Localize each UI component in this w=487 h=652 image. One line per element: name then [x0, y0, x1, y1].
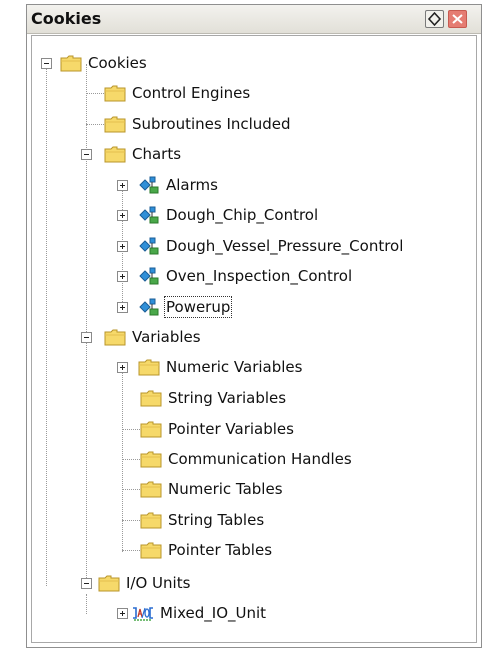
tree-node-label: String Variables: [168, 389, 287, 407]
tree-node-string-variables[interactable]: String Variables: [140, 387, 286, 409]
tree-node-label: Pointer Variables: [168, 420, 294, 438]
tree-node-pointer-variables[interactable]: Pointer Variables: [140, 418, 294, 440]
folder-icon: [104, 146, 126, 163]
tree-node-label: Dough_Chip_Control: [166, 206, 319, 224]
folder-icon: [140, 421, 162, 438]
tree-node-label: Variables: [132, 328, 201, 346]
tree-node-pointer-tables[interactable]: Pointer Tables: [140, 539, 272, 561]
expand-toggle-dough-chip-control[interactable]: [117, 210, 128, 221]
expand-toggle-numeric-variables[interactable]: [117, 362, 128, 373]
panel-title: Cookies: [31, 9, 102, 28]
folder-icon: [98, 575, 120, 592]
tree-node-label: Dough_Vessel_Pressure_Control: [166, 237, 404, 255]
panel-titlebar: Cookies: [27, 5, 481, 34]
tree-node-label: Powerup: [163, 296, 233, 318]
tree-node-numeric-tables[interactable]: Numeric Tables: [140, 478, 283, 500]
collapse-toggle-cookies[interactable]: [41, 58, 52, 69]
tree-node-string-tables[interactable]: String Tables: [140, 509, 264, 531]
tree-node-label: Control Engines: [132, 84, 251, 102]
tree-node-label: String Tables: [168, 511, 265, 529]
tree-node-label: I/O Units: [126, 574, 191, 592]
chart-icon: [139, 206, 159, 224]
tree-node-mixed-io-unit[interactable]: Mixed_IO_Unit: [132, 602, 266, 624]
tree-node-label: Numeric Variables: [166, 358, 303, 376]
expand-toggle-alarms[interactable]: [117, 180, 128, 191]
tree-node-cookies[interactable]: Cookies: [60, 52, 147, 74]
tree-node-label: Mixed_IO_Unit: [160, 604, 267, 622]
folder-icon: [104, 85, 126, 102]
folder-icon: [104, 116, 126, 133]
tree-node-variables[interactable]: Variables: [104, 326, 201, 348]
expand-toggle-powerup[interactable]: [117, 302, 128, 313]
tree-node-chart-powerup[interactable]: Powerup: [138, 296, 233, 318]
folder-icon: [140, 512, 162, 529]
folder-icon: [60, 55, 82, 72]
tree-node-chart-dough-chip-control[interactable]: Dough_Chip_Control: [138, 204, 318, 226]
folder-icon: [104, 329, 126, 346]
tree-node-subroutines-included[interactable]: Subroutines Included: [104, 113, 291, 135]
folder-icon: [140, 390, 162, 407]
tree-node-label: Communication Handles: [168, 450, 352, 468]
tree-node-label: Oven_Inspection_Control: [166, 267, 353, 285]
chart-icon: [139, 176, 159, 194]
tree-node-chart-dough-vessel-pressure-control[interactable]: Dough_Vessel_Pressure_Control: [138, 235, 403, 257]
expand-toggle-mixed-io-unit[interactable]: [117, 608, 128, 619]
tree-node-label: Pointer Tables: [168, 541, 273, 559]
tree-node-numeric-variables[interactable]: Numeric Variables: [138, 356, 302, 378]
expand-toggle-oven-inspection-control[interactable]: [117, 271, 128, 282]
strategy-tree-panel: Cookies Cookies Control Engines Subrouti…: [26, 4, 482, 648]
tree-node-charts[interactable]: Charts: [104, 143, 181, 165]
close-icon[interactable]: [448, 10, 467, 28]
chart-icon: [139, 267, 159, 285]
tree-node-label: Numeric Tables: [168, 480, 283, 498]
tree-node-communication-handles[interactable]: Communication Handles: [140, 448, 352, 470]
expand-toggle-dough-vessel-pressure-control[interactable]: [117, 241, 128, 252]
tree-node-label: Alarms: [166, 176, 218, 194]
pin-icon[interactable]: [425, 10, 444, 28]
tree-node-chart-alarms[interactable]: Alarms: [138, 174, 218, 196]
collapse-toggle-variables[interactable]: [81, 332, 92, 343]
strategy-tree[interactable]: Cookies Control Engines Subroutines Incl…: [31, 35, 477, 643]
chart-icon: [139, 298, 159, 316]
io-unit-icon: [133, 607, 153, 621]
collapse-toggle-charts[interactable]: [81, 149, 92, 160]
tree-node-chart-oven-inspection-control[interactable]: Oven_Inspection_Control: [138, 265, 352, 287]
tree-node-control-engines[interactable]: Control Engines: [104, 82, 250, 104]
folder-icon: [140, 542, 162, 559]
tree-node-io-units[interactable]: I/O Units: [98, 572, 190, 594]
tree-node-label: Cookies: [88, 54, 147, 72]
collapse-toggle-io-units[interactable]: [81, 578, 92, 589]
folder-icon: [140, 481, 162, 498]
tree-node-label: Charts: [132, 145, 182, 163]
folder-icon: [138, 359, 160, 376]
tree-node-label: Subroutines Included: [132, 115, 291, 133]
chart-icon: [139, 237, 159, 255]
folder-icon: [140, 451, 162, 468]
